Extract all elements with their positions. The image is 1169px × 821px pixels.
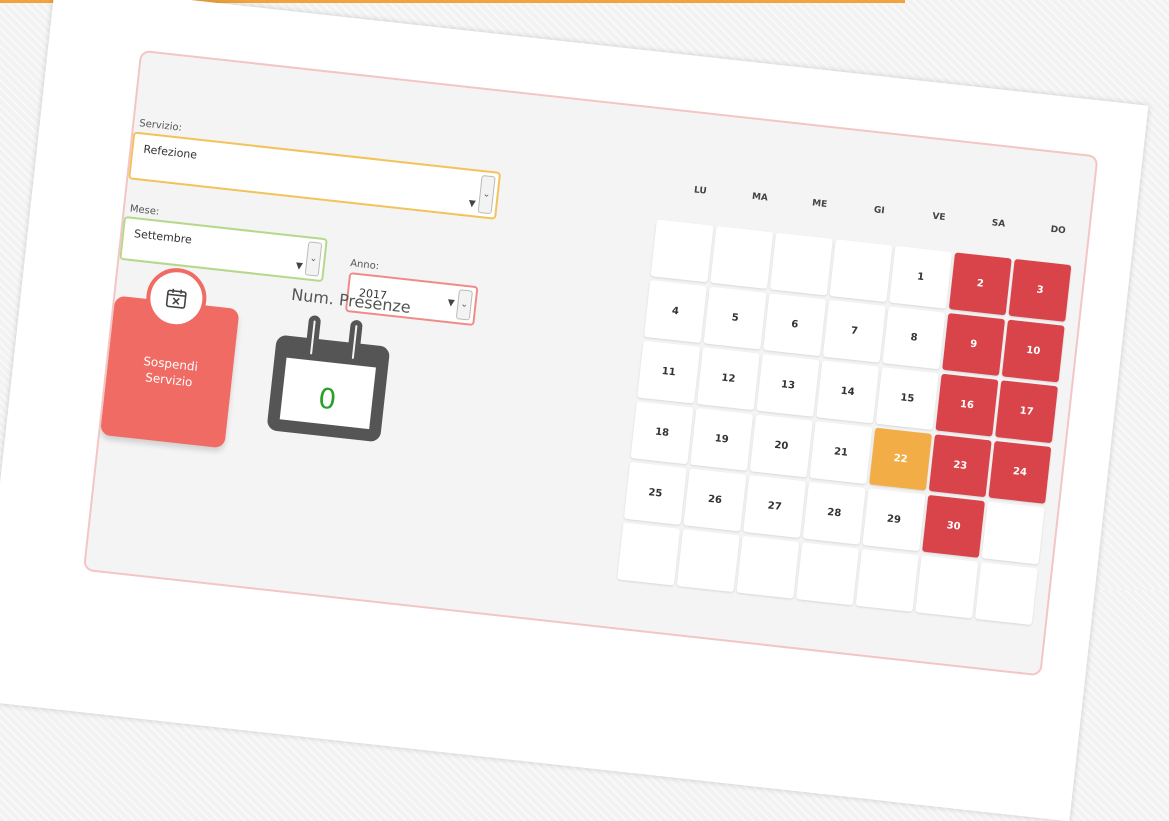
empty-day-cell <box>736 536 799 599</box>
day-cell-13[interactable]: 13 <box>757 354 820 417</box>
day-cell-27[interactable]: 27 <box>743 475 806 538</box>
empty-day-cell <box>770 233 833 296</box>
chevron-down-icon: ▼ <box>468 199 476 210</box>
empty-day-cell <box>975 562 1038 625</box>
day-cell-3[interactable]: 3 <box>1008 259 1071 322</box>
day-cell-19[interactable]: 19 <box>690 408 753 471</box>
empty-day-cell <box>856 549 919 612</box>
day-cell-26[interactable]: 26 <box>684 469 747 532</box>
day-cell-24[interactable]: 24 <box>988 441 1051 504</box>
empty-day-cell <box>617 523 680 586</box>
day-cell-5[interactable]: 5 <box>704 287 767 350</box>
day-cell-8[interactable]: 8 <box>883 306 946 369</box>
servizio-value: Refezione <box>143 143 198 162</box>
day-cell-6[interactable]: 6 <box>763 293 826 356</box>
servizio-select[interactable]: Refezione ▼ ⌄ <box>128 131 501 219</box>
day-cell-4[interactable]: 4 <box>644 280 707 343</box>
day-cell-10[interactable]: 10 <box>1002 320 1065 383</box>
day-cell-2[interactable]: 2 <box>949 252 1012 315</box>
empty-day-cell <box>651 219 714 282</box>
empty-day-cell <box>796 542 859 605</box>
day-cell-9[interactable]: 9 <box>942 313 1005 376</box>
chevron-down-icon: ▼ <box>295 261 303 272</box>
weekday-do: DO <box>1028 222 1089 239</box>
day-cell-25[interactable]: 25 <box>624 462 687 525</box>
weekday-ve: VE <box>908 209 969 226</box>
day-cell-29[interactable]: 29 <box>862 488 925 551</box>
empty-day-cell <box>830 239 893 302</box>
anno-label: Anno: <box>350 258 380 272</box>
mese-select[interactable]: Settembre ▼ ⌄ <box>119 216 328 282</box>
weekday-me: ME <box>789 196 850 213</box>
empty-day-cell <box>915 556 978 619</box>
weekday-gi: GI <box>849 203 910 220</box>
select-spinner[interactable]: ⌄ <box>478 175 496 214</box>
calendar-panel: Servizio: Refezione ▼ ⌄ Mese: Settembre … <box>83 50 1099 677</box>
day-cell-1[interactable]: 1 <box>889 246 952 309</box>
day-cell-14[interactable]: 14 <box>816 360 879 423</box>
day-cell-18[interactable]: 18 <box>631 401 694 464</box>
mese-label: Mese: <box>129 204 160 218</box>
day-cell-20[interactable]: 20 <box>750 415 813 478</box>
calendar-cancel-icon <box>143 265 209 331</box>
servizio-label: Servizio: <box>139 118 183 134</box>
screenshot-sheet: Servizio: Refezione ▼ ⌄ Mese: Settembre … <box>0 0 1148 821</box>
weekday-sa: SA <box>968 216 1029 233</box>
select-spinner[interactable]: ⌄ <box>305 241 323 276</box>
day-cell-17[interactable]: 17 <box>995 380 1058 443</box>
empty-day-cell <box>710 226 773 289</box>
empty-day-cell <box>677 529 740 592</box>
sospendi-servizio-label: Sospendi Servizio <box>106 349 234 395</box>
day-cell-22[interactable]: 22 <box>869 428 932 491</box>
day-cell-15[interactable]: 15 <box>876 367 939 430</box>
presenze-counter: 0 <box>266 307 398 449</box>
day-cell-16[interactable]: 16 <box>935 374 998 437</box>
day-cell-30[interactable]: 30 <box>922 495 985 558</box>
day-cell-7[interactable]: 7 <box>823 300 886 363</box>
day-cell-23[interactable]: 23 <box>929 434 992 497</box>
empty-day-cell <box>982 501 1045 564</box>
mese-value: Settembre <box>133 227 192 246</box>
chevron-down-icon: ▼ <box>447 298 455 309</box>
day-cell-11[interactable]: 11 <box>637 341 700 404</box>
day-cell-28[interactable]: 28 <box>803 482 866 545</box>
weekday-lu: LU <box>670 183 731 200</box>
weekday-ma: MA <box>730 189 791 206</box>
select-spinner[interactable]: ⌄ <box>456 289 473 320</box>
sospendi-servizio-button[interactable]: Sospendi Servizio <box>100 295 240 448</box>
day-cell-12[interactable]: 12 <box>697 347 760 410</box>
day-cell-21[interactable]: 21 <box>809 421 872 484</box>
